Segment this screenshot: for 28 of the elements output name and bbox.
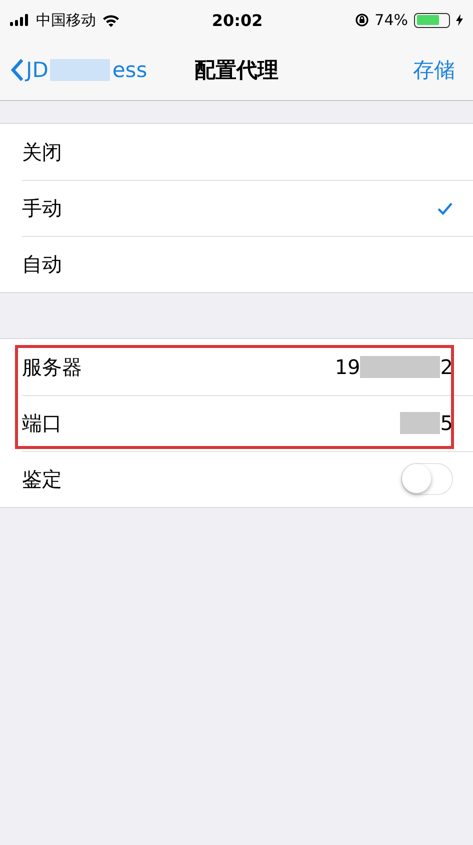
option-label: 手动 — [22, 194, 62, 222]
option-label: 自动 — [22, 250, 62, 278]
nav-title: 配置代理 — [194, 58, 278, 82]
clock-time: 20:02 — [212, 10, 263, 30]
wifi-icon — [102, 14, 120, 26]
chevron-icon — [10, 58, 24, 82]
charging-icon — [456, 14, 463, 26]
blur-mask — [400, 412, 440, 434]
option-row[interactable]: 手动 — [0, 180, 473, 236]
row-label: 服务器 — [22, 354, 82, 380]
row-label: 端口 — [22, 410, 62, 436]
toggle-switch[interactable] — [401, 463, 453, 495]
back-button[interactable]: JD ess — [0, 58, 148, 82]
value-text: 2 — [440, 355, 453, 379]
row-label: 鉴定 — [22, 466, 62, 492]
battery-icon — [414, 12, 450, 28]
option-row[interactable]: 关闭 — [0, 124, 473, 180]
value-text: 19 — [334, 355, 360, 379]
battery-percent: 74% — [374, 11, 408, 29]
option-row[interactable]: 自动 — [0, 236, 473, 292]
value-text: 5 — [440, 411, 453, 435]
rotation-lock-icon — [354, 13, 369, 27]
option-label: 关闭 — [22, 138, 62, 166]
save-button[interactable]: 存储 — [413, 56, 455, 84]
settings-row[interactable]: 服务器 19 2 — [0, 339, 473, 395]
signal-icon — [10, 14, 30, 26]
settings-row[interactable]: 端口 5 — [0, 395, 473, 451]
carrier-name: 中国移动 — [36, 10, 96, 30]
